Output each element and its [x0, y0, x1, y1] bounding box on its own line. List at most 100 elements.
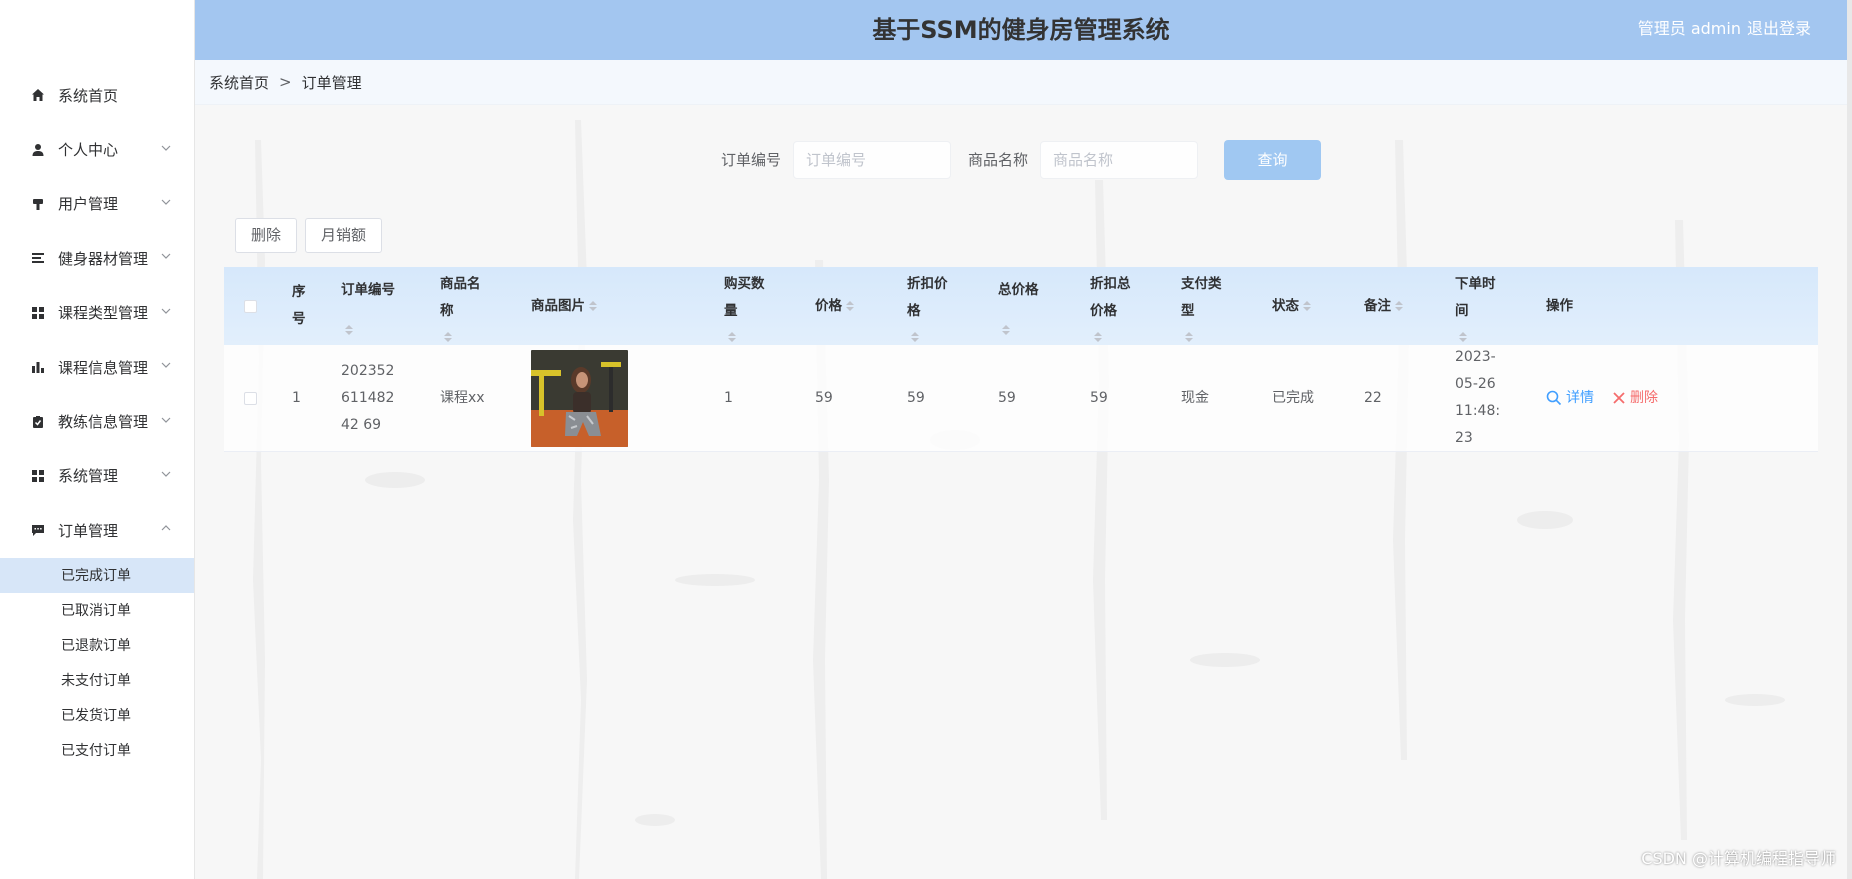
chevron-down-icon	[160, 142, 172, 154]
col-order-no[interactable]: 订单编号	[341, 267, 403, 345]
sub-item-paid-orders[interactable]: 已支付订单	[0, 733, 194, 768]
sub-item-refunded-orders[interactable]: 已退款订单	[0, 628, 194, 663]
sort-icon	[589, 301, 597, 311]
col-status[interactable]: 状态	[1272, 267, 1311, 345]
sort-icon	[1185, 331, 1193, 342]
col-discount-price[interactable]: 折扣价格	[907, 267, 953, 345]
query-button[interactable]: 查询	[1224, 140, 1321, 180]
user-info: 管理员 admin 退出登录	[1638, 0, 1811, 57]
col-order-time[interactable]: 下单时间	[1455, 267, 1501, 345]
select-all-cell	[244, 267, 257, 345]
orders-table: 序号 订单编号 商品名称 商品图片 购买数量 价格 折扣价格 总价格 折扣总价格…	[224, 267, 1818, 452]
grid-icon	[30, 468, 46, 484]
sidebar-item-personal-center[interactable]: 个人中心	[0, 122, 194, 176]
logout-link[interactable]: 退出登录	[1747, 0, 1811, 57]
col-total-price[interactable]: 总价格	[998, 267, 1044, 345]
sub-item-shipped-orders[interactable]: 已发货订单	[0, 698, 194, 733]
product-name-input[interactable]	[1040, 141, 1198, 179]
sidebar: 系统首页 个人中心 用户管理 健身器材管理 课程类型管理 课程信息管理 教练信息…	[0, 0, 195, 879]
chevron-down-icon	[160, 305, 172, 317]
app-title: 基于SSM的健身房管理系统	[872, 16, 1170, 44]
table-row: 1 20235261148242 69 课程xx 1 59 59 59 59 现…	[224, 345, 1818, 452]
chevron-down-icon	[160, 468, 172, 480]
detail-button[interactable]: 详情	[1546, 385, 1594, 412]
chevron-down-icon	[160, 196, 172, 208]
row-index: 1	[292, 389, 301, 406]
col-pay-type-label: 支付类型	[1181, 275, 1222, 319]
sidebar-item-user-management[interactable]: 用户管理	[0, 177, 194, 231]
watermark: CSDN @计算机编程指导师	[1641, 849, 1836, 868]
order-no-label: 订单编号	[721, 151, 782, 169]
col-status-label: 状态	[1272, 297, 1299, 314]
sort-icon	[1002, 324, 1010, 335]
sidebar-item-home[interactable]: 系统首页	[0, 68, 194, 122]
product-image[interactable]	[531, 349, 628, 447]
breadcrumb-current: 订单管理	[301, 73, 362, 92]
row-ops: 详情 删除	[1546, 345, 1658, 451]
vertical-scrollbar[interactable]	[1847, 0, 1852, 879]
row-pay-type: 现金	[1181, 389, 1209, 406]
chevron-up-icon	[160, 522, 172, 534]
col-discount-total[interactable]: 折扣总价格	[1090, 267, 1136, 345]
sidebar-item-system[interactable]: 系统管理	[0, 449, 194, 503]
row-discount-price: 59	[907, 389, 925, 406]
breadcrumb-home[interactable]: 系统首页	[209, 72, 269, 93]
monthly-sales-button[interactable]: 月销额	[305, 218, 383, 253]
order-no-input[interactable]	[793, 141, 951, 179]
breadcrumb: 系统首页 > 订单管理	[195, 60, 1847, 105]
sort-icon	[1094, 331, 1102, 342]
chevron-down-icon	[160, 414, 172, 426]
batch-delete-button[interactable]: 删除	[235, 218, 298, 253]
col-remark[interactable]: 备注	[1364, 267, 1403, 345]
sort-icon	[846, 301, 854, 311]
list-icon	[30, 250, 46, 266]
sidebar-item-label: 课程信息管理	[58, 358, 149, 377]
sidebar-item-course-info[interactable]: 课程信息管理	[0, 340, 194, 394]
row-order-time: 2023-05-26 11:48:23	[1455, 349, 1501, 446]
sub-item-unpaid-orders[interactable]: 未支付订单	[0, 663, 194, 698]
sort-icon	[911, 331, 919, 342]
sub-item-cancelled-orders[interactable]: 已取消订单	[0, 593, 194, 628]
col-product-image[interactable]: 商品图片	[531, 267, 597, 345]
sidebar-item-label: 课程类型管理	[58, 304, 149, 323]
row-delete-button[interactable]: 删除	[1612, 385, 1658, 412]
sort-icon	[728, 331, 736, 342]
close-icon	[1613, 392, 1625, 404]
current-user-label: 管理员 admin	[1637, 19, 1741, 38]
main-content: 系统首页 > 订单管理 订单编号 商品名称 查询 删除 月销额 序号 订单编号 …	[195, 60, 1847, 879]
sort-icon	[444, 331, 452, 342]
sort-icon	[1395, 301, 1403, 311]
search-bar: 订单编号 商品名称 查询	[195, 140, 1847, 180]
sidebar-item-coach-info[interactable]: 教练信息管理	[0, 394, 194, 448]
col-price[interactable]: 价格	[815, 267, 854, 345]
sidebar-item-label: 健身器材管理	[58, 249, 149, 268]
bar-chart-icon	[30, 359, 46, 375]
sort-icon	[345, 324, 353, 335]
search-icon	[1546, 390, 1562, 406]
sidebar-menu: 系统首页 个人中心 用户管理 健身器材管理 课程类型管理 课程信息管理 教练信息…	[0, 68, 194, 768]
col-discount-total-label: 折扣总价格	[1090, 275, 1131, 319]
row-quantity: 1	[724, 389, 733, 406]
row-checkbox[interactable]	[244, 391, 257, 405]
col-quantity-label: 购买数量	[724, 275, 765, 319]
sidebar-item-orders[interactable]: 订单管理	[0, 503, 194, 557]
row-total-price: 59	[998, 389, 1016, 406]
sort-icon	[1459, 331, 1467, 342]
home-icon	[30, 87, 46, 103]
row-price: 59	[815, 389, 833, 406]
sidebar-item-equipment[interactable]: 健身器材管理	[0, 231, 194, 285]
background-texture	[253, 120, 1785, 879]
sidebar-item-label: 系统管理	[58, 467, 119, 486]
select-all-checkbox[interactable]	[244, 299, 257, 313]
sidebar-item-label: 个人中心	[58, 141, 119, 160]
col-quantity[interactable]: 购买数量	[724, 267, 770, 345]
col-pay-type[interactable]: 支付类型	[1181, 267, 1227, 345]
table-header: 序号 订单编号 商品名称 商品图片 购买数量 价格 折扣价格 总价格 折扣总价格…	[224, 267, 1818, 345]
sidebar-item-label: 用户管理	[58, 195, 119, 214]
sub-item-completed-orders[interactable]: 已完成订单	[0, 557, 194, 593]
product-name-label: 商品名称	[968, 151, 1029, 169]
sidebar-item-course-type[interactable]: 课程类型管理	[0, 286, 194, 340]
sidebar-item-label: 订单管理	[58, 521, 119, 540]
col-order-time-label: 下单时间	[1455, 275, 1496, 319]
col-product-name[interactable]: 商品名称	[440, 267, 486, 345]
